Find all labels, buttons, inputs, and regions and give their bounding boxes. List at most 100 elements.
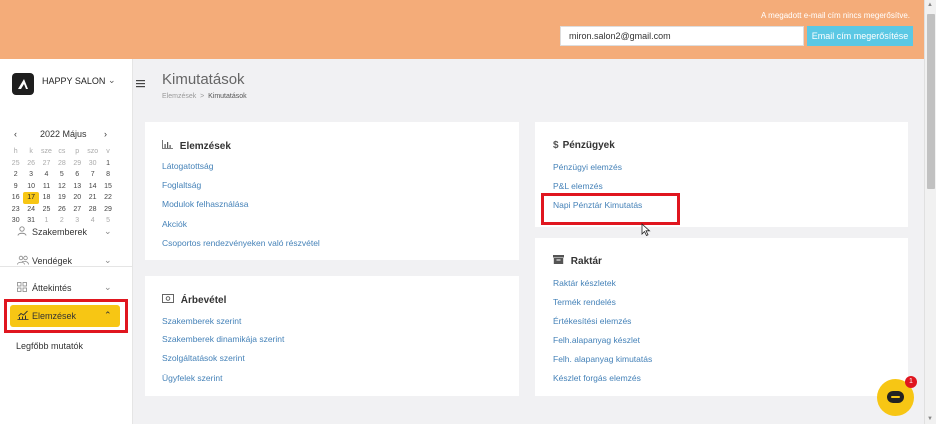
report-link[interactable]: Szakemberek dinamikája szerint xyxy=(162,334,284,344)
report-link[interactable]: Szolgáltatások szerint xyxy=(162,353,245,363)
report-link[interactable]: Foglaltság xyxy=(162,180,201,190)
calendar-day[interactable]: 28 xyxy=(85,204,100,216)
calendar-day[interactable]: 14 xyxy=(85,181,100,193)
chat-icon xyxy=(887,391,904,403)
calendar-week: 9 10 11 12 13 14 15 xyxy=(8,181,126,193)
scroll-up-arrow-icon[interactable]: ▲ xyxy=(927,2,933,8)
weekday-label: szo xyxy=(87,148,99,155)
report-link[interactable]: Látogatottság xyxy=(162,161,214,171)
salon-name: HAPPY SALON xyxy=(42,76,106,86)
calendar-day[interactable]: 16 xyxy=(8,192,23,204)
sidebar-item-attekintes[interactable]: Áttekintés ⌄ xyxy=(10,277,120,299)
calendar-day[interactable]: 18 xyxy=(39,192,54,204)
calendar-next-button[interactable]: › xyxy=(104,129,107,139)
calendar-day[interactable]: 5 xyxy=(54,169,69,181)
report-link[interactable]: Felh.alapanyag készlet xyxy=(553,335,640,345)
calendar-day[interactable]: 9 xyxy=(8,181,23,193)
grid-icon xyxy=(17,282,27,295)
sidebar-item-szakemberek[interactable]: Szakemberek ⌄ xyxy=(10,221,120,243)
calendar-day[interactable]: 10 xyxy=(23,181,38,193)
email-field[interactable]: miron.salon2@gmail.com xyxy=(560,26,804,46)
report-link[interactable]: Értékesítési elemzés xyxy=(553,316,631,326)
report-link[interactable]: Pénzügyi elemzés xyxy=(553,162,622,172)
weekday-label: cs xyxy=(58,148,66,155)
calendar-day[interactable]: 23 xyxy=(8,204,23,216)
highlight-annotation xyxy=(541,193,680,225)
calendar-day[interactable]: 6 xyxy=(70,169,85,181)
scrollbar[interactable]: ▲ ▼ xyxy=(924,0,936,424)
scrollbar-thumb[interactable] xyxy=(927,14,935,189)
calendar-day[interactable]: 19 xyxy=(54,192,69,204)
report-link[interactable]: P&L elemzés xyxy=(553,181,603,191)
report-link[interactable]: Raktár készletek xyxy=(553,278,616,288)
report-link[interactable]: Felh. alapanyag kimutatás xyxy=(553,354,652,364)
card-title: $ Pénzügyek xyxy=(553,140,615,151)
top-bar: A megadott e-mail cím nincs megerősítve.… xyxy=(0,0,924,59)
calendar-day[interactable]: 2 xyxy=(8,169,23,181)
sidebar-item-vendegek[interactable]: Vendégek ⌄ xyxy=(10,250,120,272)
chevron-down-icon: ⌄ xyxy=(104,226,112,236)
report-link[interactable]: Ügyfelek szerint xyxy=(162,373,222,383)
report-link[interactable]: Termék rendelés xyxy=(553,297,616,307)
calendar-day[interactable]: 21 xyxy=(85,192,100,204)
card-title: Raktár xyxy=(553,255,602,267)
breadcrumb-separator: > xyxy=(200,93,205,100)
calendar-day[interactable]: 8 xyxy=(100,169,115,181)
calendar-day[interactable]: 29 xyxy=(70,158,85,170)
card-elemzesek: Elemzések Látogatottság Foglaltság Modul… xyxy=(145,122,519,260)
cash-icon xyxy=(162,294,177,306)
calendar-day[interactable]: 24 xyxy=(23,204,38,216)
calendar-prev-button[interactable]: ‹ xyxy=(14,129,17,139)
calendar-week: 23 24 25 26 27 28 29 xyxy=(8,204,126,216)
calendar-day[interactable]: 30 xyxy=(85,158,100,170)
calendar-week: 2 3 4 5 6 7 8 xyxy=(8,169,126,181)
menu-icon[interactable] xyxy=(136,76,145,91)
calendar-day[interactable]: 28 xyxy=(54,158,69,170)
card-title-text: Raktár xyxy=(570,256,602,267)
calendar-day[interactable]: 3 xyxy=(23,169,38,181)
calendar-day[interactable]: 26 xyxy=(54,204,69,216)
calendar-day[interactable]: 20 xyxy=(70,192,85,204)
chevron-down-icon: ⌄ xyxy=(104,282,112,292)
mini-calendar: ‹ 2022 Május › h k sze cs p szo v 25 26 … xyxy=(8,129,126,227)
calendar-day[interactable]: 1 xyxy=(100,158,115,170)
calendar-day[interactable]: 27 xyxy=(70,204,85,216)
calendar-day[interactable]: 11 xyxy=(39,181,54,193)
breadcrumb: Elemzések > Kimutatások xyxy=(162,93,247,100)
calendar-day[interactable]: 15 xyxy=(100,181,115,193)
chevron-down-icon: ⌄ xyxy=(104,255,112,265)
calendar-day[interactable]: 7 xyxy=(85,169,100,181)
weekday-label: sze xyxy=(41,148,52,155)
person-icon xyxy=(17,226,27,239)
verify-email-button[interactable]: Email cím megerősítése xyxy=(807,26,913,46)
sidebar-subitem-legfobb-mutatok[interactable]: Legfőbb mutatók xyxy=(16,341,83,351)
page-title: Kimutatások xyxy=(162,71,245,88)
calendar-day[interactable]: 25 xyxy=(8,158,23,170)
calendar-day[interactable]: 13 xyxy=(70,181,85,193)
salon-selector[interactable]: HAPPY SALON ⌄ xyxy=(12,71,127,95)
report-link[interactable]: Modulok felhasználása xyxy=(162,199,248,209)
calendar-day-today[interactable]: 17 xyxy=(23,192,39,204)
calendar-day[interactable]: 29 xyxy=(100,204,115,216)
calendar-day[interactable]: 27 xyxy=(39,158,54,170)
weekday-label: h xyxy=(13,148,18,155)
mouse-cursor-icon xyxy=(641,223,651,239)
calendar-day[interactable]: 12 xyxy=(54,181,69,193)
card-title-text: Pénzügyek xyxy=(562,140,615,151)
chevron-down-icon: ⌄ xyxy=(108,75,116,85)
calendar-day[interactable]: 22 xyxy=(100,192,115,204)
report-link[interactable]: Csoportos rendezvényeken való részvétel xyxy=(162,238,320,248)
card-arbevetel: Árbevétel Szakemberek szerint Szakembere… xyxy=(145,276,519,396)
breadcrumb-parent[interactable]: Elemzések xyxy=(162,93,196,100)
weekday-label: k xyxy=(29,148,33,155)
report-link[interactable]: Akciók xyxy=(162,219,187,229)
calendar-grid: h k sze cs p szo v 25 26 27 28 29 30 1 2… xyxy=(8,146,126,227)
calendar-week: 25 26 27 28 29 30 1 xyxy=(8,158,126,170)
calendar-week: 16 17 18 19 20 21 22 xyxy=(8,192,126,204)
calendar-day[interactable]: 25 xyxy=(39,204,54,216)
calendar-day[interactable]: 4 xyxy=(39,169,54,181)
report-link[interactable]: Készlet forgás elemzés xyxy=(553,373,641,383)
report-link[interactable]: Szakemberek szerint xyxy=(162,316,241,326)
calendar-day[interactable]: 26 xyxy=(23,158,38,170)
scroll-down-arrow-icon[interactable]: ▼ xyxy=(927,416,933,422)
